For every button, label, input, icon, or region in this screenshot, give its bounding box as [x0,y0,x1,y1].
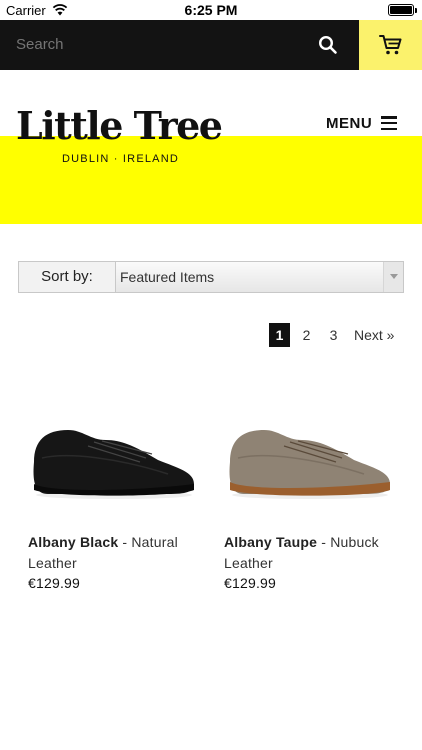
header-band [0,136,422,224]
product-title[interactable]: Albany Black [28,534,118,550]
page-3-link[interactable]: 3 [323,323,344,347]
next-page-link[interactable]: Next » [354,327,394,343]
search-icon[interactable] [318,35,338,55]
product-card-albany-black[interactable]: Albany Black - Natural Leather €129.99 [28,400,198,591]
product-price: €129.99 [224,575,277,591]
sort-control: Sort by: Featured Items [18,261,404,293]
product-card-albany-taupe[interactable]: Albany Taupe - Nubuck Leather €129.99 [224,400,394,591]
search-input[interactable] [16,20,296,70]
pagination: 1 2 3 Next » [269,323,394,347]
sort-label: Sort by: [19,262,115,292]
cart-button[interactable] [359,20,422,70]
status-bar: Carrier 6:25 PM [0,0,422,20]
menu-label: MENU [326,114,373,132]
product-title[interactable]: Albany Taupe [224,534,317,550]
page-2-link[interactable]: 2 [296,323,317,347]
sort-selected-value: Featured Items [120,269,215,285]
product-image-albany-black[interactable] [28,400,198,510]
sort-select[interactable]: Featured Items [115,262,403,292]
product-name[interactable]: Albany Black - Natural Leather [28,532,198,574]
cart-icon [379,35,402,55]
brand-logo[interactable]: Little Tree [16,104,223,148]
product-image-albany-taupe[interactable] [224,400,394,510]
product-name[interactable]: Albany Taupe - Nubuck Leather [224,532,394,574]
battery-icon [388,4,417,16]
product-price: €129.99 [28,575,81,591]
clock: 6:25 PM [184,2,238,18]
hamburger-icon [381,116,398,130]
page-1-link[interactable]: 1 [269,323,290,347]
menu-button[interactable]: MENU [326,112,398,134]
brand-tagline: DUBLIN · IRELAND [62,153,179,165]
chevron-down-icon [383,262,403,292]
